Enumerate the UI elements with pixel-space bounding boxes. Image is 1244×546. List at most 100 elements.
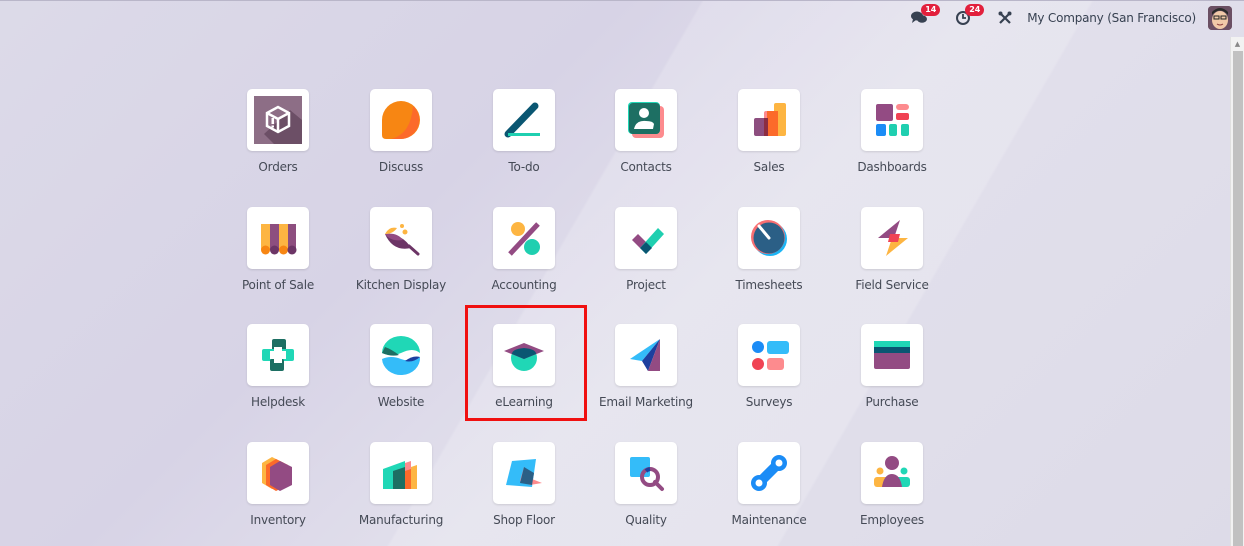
activities-count-badge: 24 (965, 4, 985, 16)
app-manufacturing[interactable]: Manufacturing (340, 442, 462, 546)
project-tile (615, 207, 677, 269)
vertical-scrollbar[interactable]: ▲ (1230, 37, 1244, 546)
app-employees[interactable]: Employees (831, 442, 953, 546)
app-orders[interactable]: Orders (217, 89, 339, 199)
scroll-up-arrow-icon[interactable]: ▲ (1231, 37, 1244, 50)
point-of-sale-tile (247, 207, 309, 269)
app-contacts[interactable]: Contacts (585, 89, 707, 199)
website-icon (382, 336, 421, 376)
messages-button[interactable]: 14 (909, 4, 941, 28)
kitchen-display-tile (370, 207, 432, 269)
app-elearning[interactable]: eLearning (463, 324, 585, 434)
app-kitchen-display[interactable]: Kitchen Display (340, 207, 462, 317)
app-purchase[interactable]: Purchase (831, 324, 953, 434)
helpdesk-tile (247, 324, 309, 386)
tools-button[interactable] (995, 8, 1015, 28)
inventory-tile (247, 442, 309, 504)
orders-tile (247, 89, 309, 151)
shop-floor-icon (506, 459, 542, 487)
app-helpdesk[interactable]: Helpdesk (217, 324, 339, 434)
email-marketing-tile (615, 324, 677, 386)
surveys-tile (738, 324, 800, 386)
app-inventory[interactable]: Inventory (217, 442, 339, 546)
app-label: Helpdesk (251, 395, 305, 409)
todo-icon (504, 102, 540, 138)
shop-floor-tile (493, 442, 555, 504)
sales-tile (738, 89, 800, 151)
app-label: Inventory (250, 513, 306, 527)
app-timesheets[interactable]: Timesheets (708, 207, 830, 317)
app-label: Employees (860, 513, 924, 527)
app-label: Kitchen Display (355, 278, 447, 292)
app-label: Timesheets (735, 278, 803, 292)
dashboards-icon (876, 104, 909, 136)
project-icon (632, 228, 664, 254)
company-switcher[interactable]: My Company (San Francisco) (1027, 11, 1196, 25)
app-maintenance[interactable]: Maintenance (708, 442, 830, 546)
timesheets-icon (751, 220, 787, 256)
field-service-tile (861, 207, 923, 269)
app-label: Website (377, 395, 425, 409)
email-marketing-icon (630, 339, 660, 371)
website-tile (370, 324, 432, 386)
app-label: Purchase (865, 395, 919, 409)
app-label: Contacts (620, 160, 672, 174)
systray: 14 24 My Company (San Francisco) (909, 4, 1232, 31)
app-todo[interactable]: To-do (463, 89, 585, 199)
todo-tile (493, 89, 555, 151)
scrollbar-thumb[interactable] (1233, 51, 1243, 546)
app-email-marketing[interactable]: Email Marketing (585, 324, 707, 434)
app-label: Orders (258, 160, 298, 174)
app-label: Sales (753, 160, 785, 174)
app-sales[interactable]: Sales (708, 89, 830, 199)
helpdesk-icon (262, 339, 294, 371)
app-project[interactable]: Project (585, 207, 707, 317)
purchase-tile (861, 324, 923, 386)
quality-icon (630, 457, 664, 491)
app-label: eLearning (495, 395, 553, 409)
app-label: Discuss (378, 160, 424, 174)
accounting-tile (493, 207, 555, 269)
app-dashboards[interactable]: Dashboards (831, 89, 953, 199)
discuss-icon (382, 101, 420, 139)
point-of-sale-icon (261, 224, 297, 255)
activities-button[interactable]: 24 (953, 4, 985, 28)
app-accounting[interactable]: Accounting (463, 207, 585, 317)
app-quality[interactable]: Quality (585, 442, 707, 546)
app-label: Project (626, 278, 666, 292)
app-label: Email Marketing (599, 395, 693, 409)
surveys-icon (752, 341, 789, 370)
app-label: Maintenance (731, 513, 807, 527)
app-label: To-do (508, 160, 540, 174)
employees-tile (861, 442, 923, 504)
app-field-service[interactable]: Field Service (831, 207, 953, 317)
timesheets-tile (738, 207, 800, 269)
accounting-icon (508, 222, 540, 256)
contacts-icon (628, 102, 664, 138)
inventory-icon (262, 457, 292, 491)
elearning-tile (493, 324, 555, 386)
quality-tile (615, 442, 677, 504)
orders-icon (254, 96, 302, 144)
employees-icon (874, 456, 910, 487)
app-label: Shop Floor (493, 513, 555, 527)
app-website[interactable]: Website (340, 324, 462, 434)
messages-count-badge: 14 (921, 4, 941, 16)
app-shop-floor[interactable]: Shop Floor (463, 442, 585, 546)
sales-icon (754, 103, 786, 136)
app-label: Manufacturing (358, 513, 444, 527)
dashboards-tile (861, 89, 923, 151)
app-surveys[interactable]: Surveys (708, 324, 830, 434)
manufacturing-icon (383, 461, 417, 489)
elearning-icon (504, 343, 544, 371)
app-label: Accounting (491, 278, 557, 292)
contacts-tile (615, 89, 677, 151)
app-point-of-sale[interactable]: Point of Sale (217, 207, 339, 317)
purchase-icon (874, 341, 910, 369)
app-label: Dashboards (857, 160, 927, 174)
app-discuss[interactable]: Discuss (340, 89, 462, 199)
tools-icon (995, 8, 1015, 28)
maintenance-icon (751, 455, 787, 491)
field-service-icon (878, 220, 908, 256)
user-avatar[interactable] (1208, 6, 1232, 30)
